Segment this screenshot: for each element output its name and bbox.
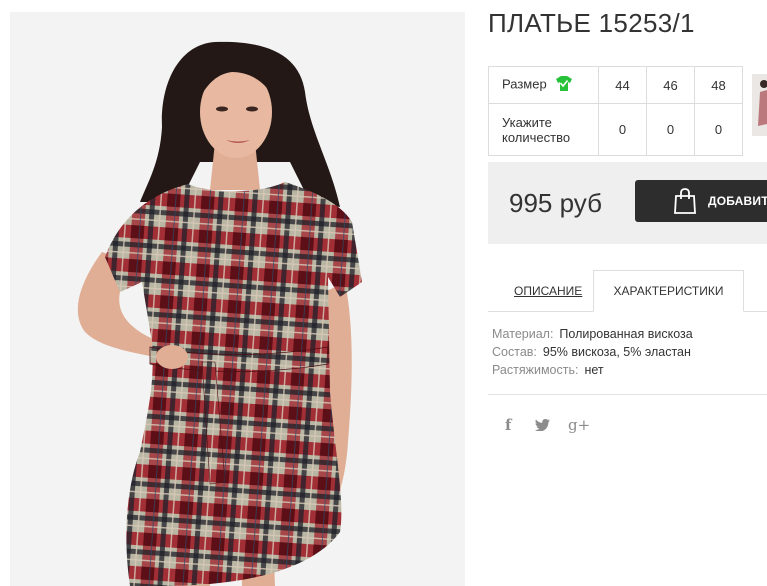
tshirt-icon[interactable] bbox=[556, 76, 573, 94]
size-46: 46 bbox=[646, 66, 695, 104]
facebook-icon[interactable]: f bbox=[505, 416, 511, 434]
spec-key: Материал: bbox=[492, 327, 554, 341]
product-title: ПЛАТЬЕ 15253/1 bbox=[488, 8, 695, 38]
spec-key: Растяжимость: bbox=[492, 363, 579, 377]
quantity-input-46[interactable]: 0 bbox=[646, 103, 695, 156]
twitter-icon[interactable] bbox=[535, 418, 550, 436]
size-44: 44 bbox=[598, 66, 647, 104]
size-quantity-table: Размер 44 46 48 Укажите количество 0 0 0 bbox=[488, 66, 743, 156]
price: 995 руб bbox=[509, 188, 602, 218]
price-panel: 995 руб ДОБАВИТЬ bbox=[488, 162, 767, 244]
google-plus-icon[interactable]: g+ bbox=[568, 416, 590, 434]
tab-characteristics[interactable]: Характеристики bbox=[593, 270, 744, 312]
quantity-label: Укажите количество bbox=[488, 103, 599, 156]
tab-description[interactable]: Описание bbox=[514, 284, 582, 298]
product-image[interactable] bbox=[10, 12, 465, 586]
add-to-cart-button[interactable]: ДОБАВИТЬ bbox=[635, 180, 767, 222]
divider bbox=[488, 394, 767, 395]
size-label: Размер bbox=[502, 76, 547, 92]
quantity-input-44[interactable]: 0 bbox=[598, 103, 647, 156]
size-row-label: Размер bbox=[488, 66, 599, 104]
shopping-bag-icon bbox=[673, 188, 697, 219]
spec-key: Состав: bbox=[492, 345, 537, 359]
product-thumbnail[interactable] bbox=[752, 74, 767, 136]
size-48: 48 bbox=[694, 66, 743, 104]
characteristics-list: Материал: Полированная вискоза Состав: 95%… bbox=[492, 327, 693, 381]
spec-value: 95% вискоза, 5% эластан bbox=[542, 345, 691, 359]
spec-row-composition: Состав: 95% вискоза, 5% эластан bbox=[492, 345, 693, 363]
add-to-cart-label: ДОБАВИТЬ bbox=[708, 194, 767, 208]
spec-row-stretch: Растяжимость: нет bbox=[492, 363, 693, 381]
spec-row-material: Материал: Полированная вискоза bbox=[492, 327, 693, 345]
spec-value: Полированная вискоза bbox=[559, 327, 693, 341]
spec-value: нет bbox=[584, 363, 604, 377]
quantity-input-48[interactable]: 0 bbox=[694, 103, 743, 156]
